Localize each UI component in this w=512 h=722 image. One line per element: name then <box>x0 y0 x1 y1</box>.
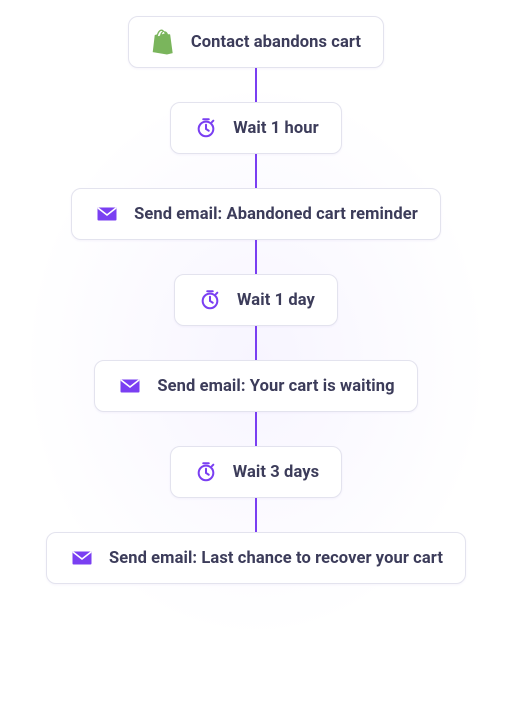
shopify-icon <box>151 29 177 55</box>
workflow-node-label: Wait 3 days <box>233 463 320 482</box>
timer-icon <box>197 287 223 313</box>
workflow-node-label: Send email: Last chance to recover your … <box>109 549 443 568</box>
workflow-node-wait[interactable]: Wait 3 days <box>170 446 343 498</box>
workflow-connector <box>255 68 257 102</box>
workflow-node-label: Wait 1 hour <box>233 119 319 138</box>
workflow-connector <box>255 412 257 446</box>
workflow-node-label: Contact abandons cart <box>191 33 361 52</box>
workflow-node-wait[interactable]: Wait 1 day <box>174 274 338 326</box>
timer-icon <box>193 115 219 141</box>
workflow-connector <box>255 326 257 360</box>
email-icon <box>94 201 120 227</box>
workflow-node-email[interactable]: Send email: Last chance to recover your … <box>46 532 466 584</box>
workflow-node-wait[interactable]: Wait 1 hour <box>170 102 342 154</box>
workflow-node-trigger[interactable]: Contact abandons cart <box>128 16 384 68</box>
workflow-node-label: Send email: Your cart is waiting <box>157 377 394 396</box>
workflow-canvas: Contact abandons cart Wait 1 hour Send e… <box>0 0 512 722</box>
workflow-connector <box>255 498 257 532</box>
workflow-connector <box>255 154 257 188</box>
email-icon <box>117 373 143 399</box>
workflow-node-label: Wait 1 day <box>237 291 315 310</box>
workflow-connector <box>255 240 257 274</box>
email-icon <box>69 545 95 571</box>
timer-icon <box>193 459 219 485</box>
workflow-node-label: Send email: Abandoned cart reminder <box>134 205 418 224</box>
workflow-node-email[interactable]: Send email: Your cart is waiting <box>94 360 417 412</box>
workflow-node-email[interactable]: Send email: Abandoned cart reminder <box>71 188 441 240</box>
